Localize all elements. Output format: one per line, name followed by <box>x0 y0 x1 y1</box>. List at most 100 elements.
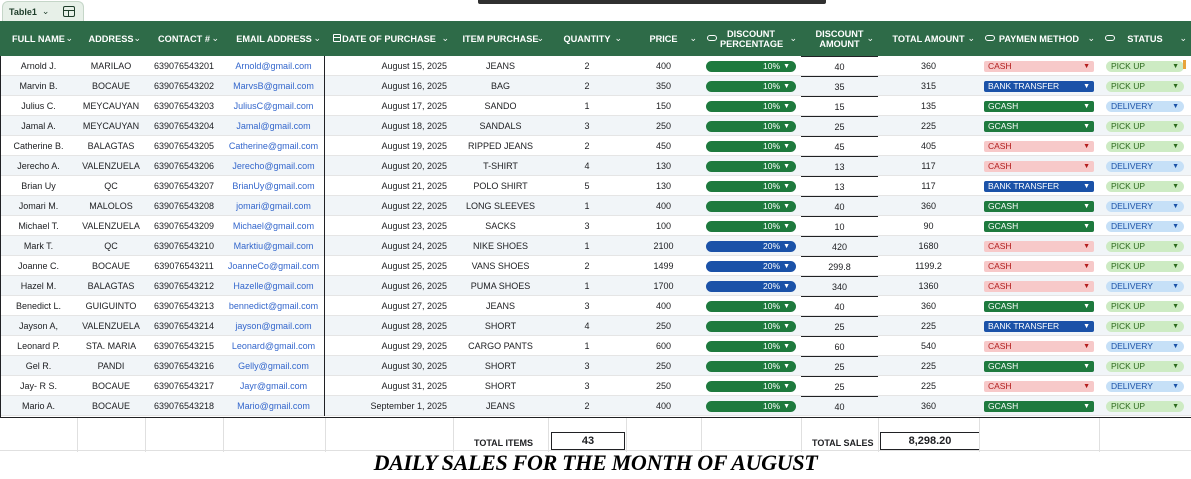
column-header-item[interactable]: ITEM PURCHASE ⌄ <box>453 21 548 56</box>
item-cell[interactable]: CARGO PANTS <box>453 336 548 356</box>
qty-cell[interactable]: 2 <box>548 256 626 276</box>
chevron-down-icon[interactable]: ⌄ <box>1179 33 1187 43</box>
email-cell[interactable]: Jamal@gmail.com <box>223 116 325 136</box>
column-header-address[interactable]: ADDRESS ⌄ <box>77 21 145 56</box>
date-cell[interactable]: August 22, 2025 <box>325 196 453 216</box>
table-row[interactable]: Hazel M. BALAGTAS 639076543212 Hazelle@gmai… <box>0 276 1191 296</box>
payment-method-dropdown[interactable]: CASH ▼ <box>984 140 1094 152</box>
payment-method-cell[interactable]: GCASH ▼ <box>979 356 1099 376</box>
contact-cell[interactable]: 639076543211 <box>145 256 223 276</box>
name-cell[interactable]: Jamal A. <box>0 116 77 136</box>
discount-dropdown[interactable]: 10% ▼ <box>706 80 796 92</box>
date-cell[interactable]: August 20, 2025 <box>325 156 453 176</box>
email-cell[interactable]: BrianUy@gmail.com <box>223 176 325 196</box>
payment-method-cell[interactable]: CASH ▼ <box>979 56 1099 76</box>
column-resize-marker[interactable] <box>1183 60 1186 69</box>
disc-amt-cell[interactable]: 40 <box>801 56 878 76</box>
contact-cell[interactable]: 639076543216 <box>145 356 223 376</box>
item-cell[interactable]: BAG <box>453 76 548 96</box>
price-cell[interactable]: 130 <box>626 176 701 196</box>
total-cell[interactable]: 1680 <box>878 236 979 256</box>
payment-method-dropdown[interactable]: BANK TRANSFER ▼ <box>984 80 1094 92</box>
status-cell[interactable]: PICK UP ▼ <box>1099 396 1191 416</box>
discount-dropdown[interactable]: 10% ▼ <box>706 340 796 352</box>
payment-method-cell[interactable]: GCASH ▼ <box>979 396 1099 416</box>
table-row[interactable]: Jomari M. MALOLOS 639076543208 jomari@gmail… <box>0 196 1191 216</box>
table-row[interactable]: Benedict L. GUIGUINTO 639076543213 bennedic… <box>0 296 1191 316</box>
status-dropdown[interactable]: PICK UP ▼ <box>1106 360 1184 372</box>
item-cell[interactable]: T-SHIRT <box>453 156 548 176</box>
discount-percentage-cell[interactable]: 10% ▼ <box>701 396 801 416</box>
column-header-price[interactable]: PRICE ⌄ <box>626 21 701 56</box>
table-row[interactable]: Catherine B. BALAGTAS 639076543205 Catherin… <box>0 136 1191 156</box>
contact-cell[interactable]: 639076543206 <box>145 156 223 176</box>
item-cell[interactable]: JEANS <box>453 396 548 416</box>
email-cell[interactable]: Arnold@gmail.com <box>223 56 325 76</box>
payment-method-dropdown[interactable]: CASH ▼ <box>984 160 1094 172</box>
column-header-contact[interactable]: CONTACT # ⌄ <box>145 21 223 56</box>
disc-amt-cell[interactable]: 40 <box>801 196 878 216</box>
email-cell[interactable]: JoanneCo@gmail.com <box>223 256 325 276</box>
payment-method-dropdown[interactable]: CASH ▼ <box>984 380 1094 392</box>
status-dropdown[interactable]: PICK UP ▼ <box>1106 240 1184 252</box>
status-cell[interactable]: PICK UP ▼ <box>1099 136 1191 156</box>
total-cell[interactable]: 90 <box>878 216 979 236</box>
qty-cell[interactable]: 1 <box>548 336 626 356</box>
price-cell[interactable]: 400 <box>626 196 701 216</box>
discount-dropdown[interactable]: 10% ▼ <box>706 320 796 332</box>
status-cell[interactable]: DELIVERY ▼ <box>1099 216 1191 236</box>
qty-cell[interactable]: 4 <box>548 156 626 176</box>
payment-method-dropdown[interactable]: BANK TRANSFER ▼ <box>984 180 1094 192</box>
address-cell[interactable]: BOCAUE <box>77 376 145 396</box>
contact-cell[interactable]: 639076543214 <box>145 316 223 336</box>
total-cell[interactable]: 225 <box>878 316 979 336</box>
total-cell[interactable]: 117 <box>878 176 979 196</box>
column-header-disc-amt[interactable]: DISCOUNT AMOUNT ⌄ <box>801 21 878 56</box>
status-cell[interactable]: PICK UP ▼ <box>1099 356 1191 376</box>
discount-percentage-cell[interactable]: 10% ▼ <box>701 116 801 136</box>
price-cell[interactable]: 250 <box>626 376 701 396</box>
contact-cell[interactable]: 639076543209 <box>145 216 223 236</box>
date-cell[interactable]: August 19, 2025 <box>325 136 453 156</box>
item-cell[interactable]: SHORT <box>453 356 548 376</box>
status-dropdown[interactable]: DELIVERY ▼ <box>1106 220 1184 232</box>
name-cell[interactable]: Marvin B. <box>0 76 77 96</box>
date-cell[interactable]: August 21, 2025 <box>325 176 453 196</box>
chevron-down-icon[interactable]: ⌄ <box>133 33 141 43</box>
column-header-date[interactable]: DATE OF PURCHASE ⌄ <box>325 21 453 56</box>
total-cell[interactable]: 117 <box>878 156 979 176</box>
total-sales-value[interactable]: 8,298.20 <box>880 432 980 450</box>
chevron-down-icon[interactable]: ⌄ <box>789 33 797 43</box>
total-cell[interactable]: 225 <box>878 376 979 396</box>
table-tab[interactable]: Table1 ⌄ <box>2 1 84 21</box>
qty-cell[interactable]: 1 <box>548 96 626 116</box>
column-header-total[interactable]: TOTAL AMOUNT ⌄ <box>878 21 979 56</box>
payment-method-dropdown[interactable]: CASH ▼ <box>984 340 1094 352</box>
disc-amt-cell[interactable]: 25 <box>801 356 878 376</box>
chevron-down-icon[interactable]: ⌄ <box>689 33 697 43</box>
discount-dropdown[interactable]: 20% ▼ <box>706 260 796 272</box>
chevron-down-icon[interactable]: ⌄ <box>866 33 874 43</box>
discount-dropdown[interactable]: 10% ▼ <box>706 380 796 392</box>
payment-method-dropdown[interactable]: GCASH ▼ <box>984 300 1094 312</box>
item-cell[interactable]: JEANS <box>453 296 548 316</box>
contact-cell[interactable]: 639076543202 <box>145 76 223 96</box>
qty-cell[interactable]: 3 <box>548 356 626 376</box>
discount-dropdown[interactable]: 20% ▼ <box>706 280 796 292</box>
status-dropdown[interactable]: DELIVERY ▼ <box>1106 280 1184 292</box>
status-cell[interactable]: PICK UP ▼ <box>1099 116 1191 136</box>
disc-amt-cell[interactable]: 10 <box>801 216 878 236</box>
payment-method-cell[interactable]: BANK TRANSFER ▼ <box>979 76 1099 96</box>
disc-amt-cell[interactable]: 25 <box>801 376 878 396</box>
contact-cell[interactable]: 639076543203 <box>145 96 223 116</box>
email-cell[interactable]: Catherine@gmail.com <box>223 136 325 156</box>
table-row[interactable]: Michael T. VALENZUELA 639076543209 Michael@… <box>0 216 1191 236</box>
qty-cell[interactable]: 2 <box>548 76 626 96</box>
disc-amt-cell[interactable]: 15 <box>801 96 878 116</box>
price-cell[interactable]: 150 <box>626 96 701 116</box>
discount-percentage-cell[interactable]: 10% ▼ <box>701 216 801 236</box>
total-cell[interactable]: 360 <box>878 56 979 76</box>
payment-method-cell[interactable]: CASH ▼ <box>979 236 1099 256</box>
qty-cell[interactable]: 3 <box>548 116 626 136</box>
status-cell[interactable]: DELIVERY ▼ <box>1099 196 1191 216</box>
